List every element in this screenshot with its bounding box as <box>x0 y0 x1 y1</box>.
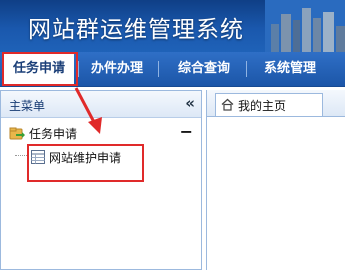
folder-arrow-icon <box>9 127 25 140</box>
minus-icon[interactable]: − <box>180 122 193 141</box>
nav-divider <box>158 61 159 77</box>
app-header: 网站群运维管理系统 <box>0 0 345 52</box>
nav-divider <box>246 61 247 77</box>
annotation-box-menu-item <box>27 144 144 182</box>
annotation-arrow <box>74 87 102 134</box>
city-skyline-image <box>265 0 345 52</box>
tab-label: 我的主页 <box>238 99 287 113</box>
double-chevron-left-icon[interactable]: « <box>185 94 195 112</box>
app-title: 网站群运维管理系统 <box>28 17 244 43</box>
sidebar-title: 主菜单 <box>9 99 46 113</box>
nav-tab-query[interactable]: 综合查询 <box>168 52 240 86</box>
tab-strip: 我的主页 <box>207 90 345 117</box>
main-content: 我的主页 <box>206 90 345 270</box>
nav-tab-office-work[interactable]: 办件办理 <box>86 52 148 86</box>
annotation-box-nav <box>2 52 78 86</box>
home-icon <box>221 98 234 111</box>
nav-divider <box>78 61 79 77</box>
tab-my-homepage[interactable]: 我的主页 <box>215 93 323 116</box>
nav-tab-system[interactable]: 系统管理 <box>254 52 326 86</box>
